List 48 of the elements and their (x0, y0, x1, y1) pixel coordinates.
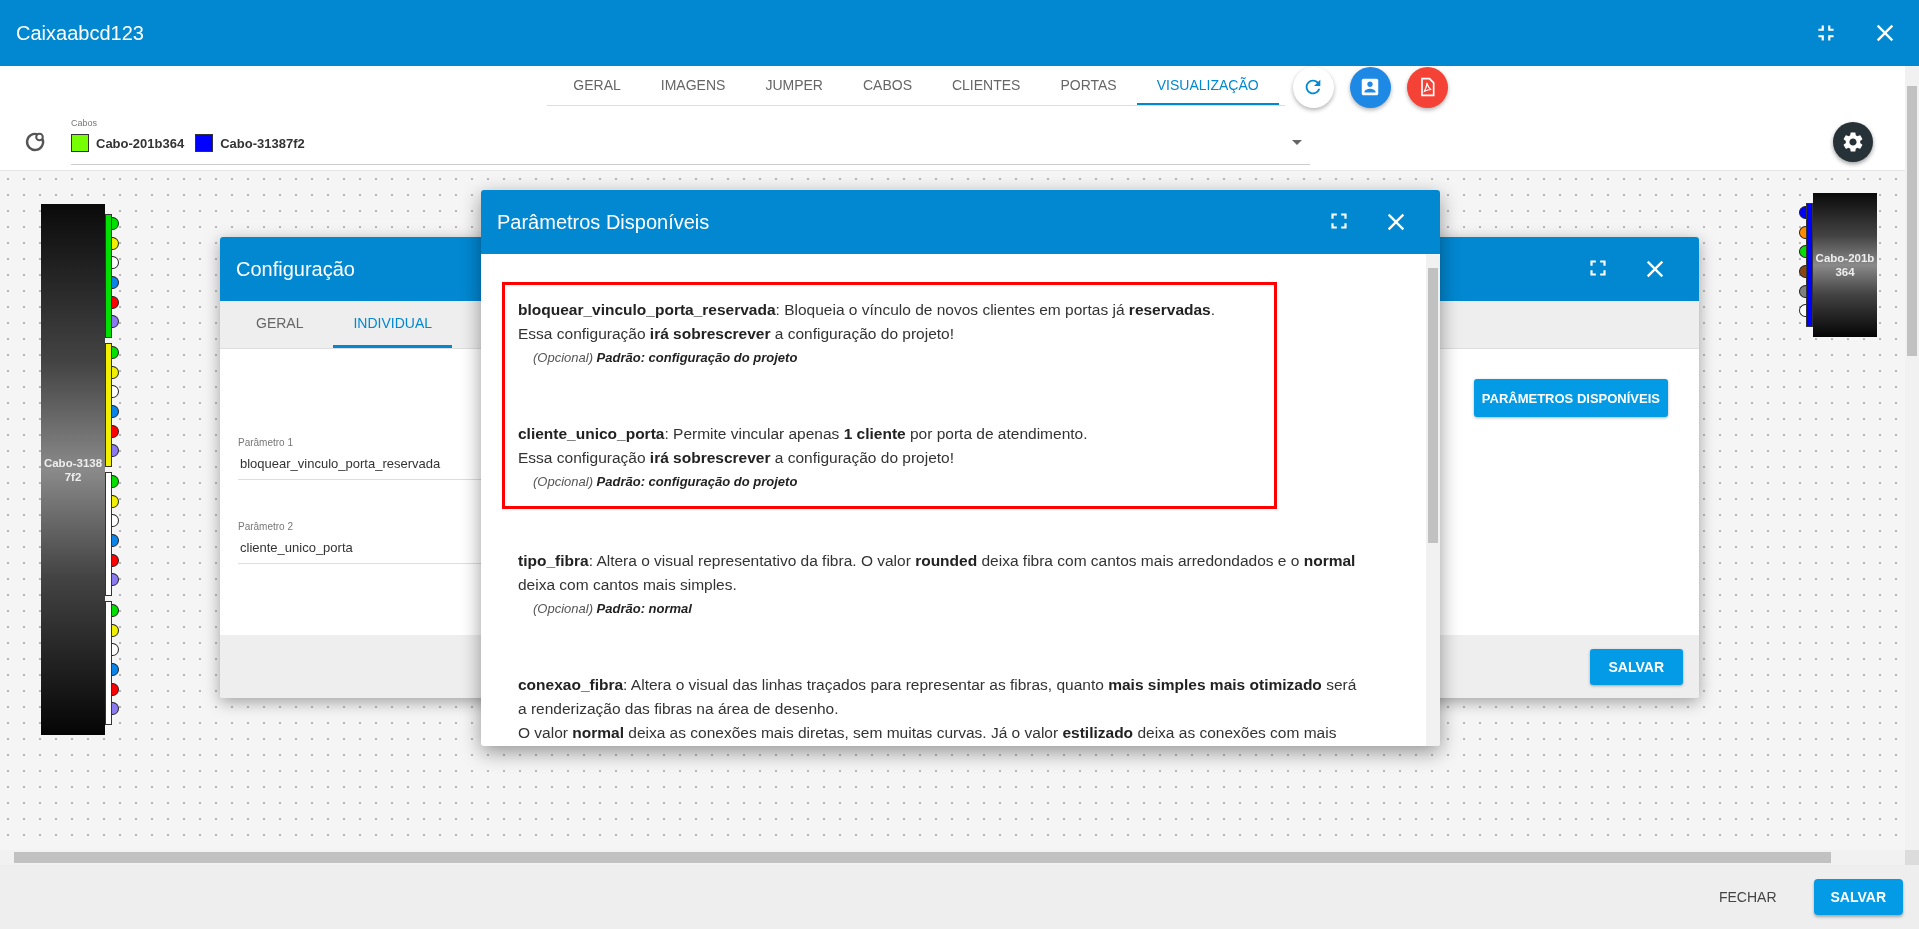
tab[interactable]: PORTAS (1040, 66, 1137, 105)
field-label: Cabos (71, 118, 98, 128)
pdf-button[interactable] (1406, 66, 1448, 108)
dialog-title: Parâmetros Disponíveis (497, 210, 711, 234)
dropdown-caret-icon (1292, 140, 1302, 145)
parameter-description: tipo_fibra: Altera o visual representativo da fibra. O valor rounded deixa fibra com cantos mais arredondados e o normal deixa com cantos mais simples. (518, 551, 1357, 595)
scrollbar[interactable] (0, 850, 1919, 865)
parameter-description: Essa configuração irá sobrescrever a configuração do projeto! (518, 324, 955, 344)
tab[interactable]: GERAL (553, 66, 641, 105)
scrollbar[interactable] (1905, 66, 1919, 850)
dialog-tab[interactable]: INDIVIDUAL (333, 301, 453, 348)
save-button[interactable]: SALVAR (1813, 879, 1903, 915)
settings-button[interactable] (1833, 121, 1873, 162)
tab[interactable]: IMAGENS (640, 66, 746, 105)
settings-icon (1841, 129, 1865, 154)
window-title: Caixaabcd123 (16, 21, 145, 45)
parameter-description: O valor normal deixa as conexões mais diretas, sem muitas curvas. Já o valor estilizado deixa as conexões com mais (518, 723, 1338, 743)
save-button[interactable]: SALVAR (1589, 648, 1683, 685)
close-button[interactable]: FECHAR (1701, 879, 1794, 915)
parameter-description: cliente_unico_porta: Permite vincular apenas 1 cliente por porta de atendimento. (518, 424, 1089, 444)
tab[interactable]: VISUALIZAÇÃO (1136, 66, 1279, 105)
field-label: Parâmetro 2 (238, 521, 295, 532)
refresh-button[interactable] (1292, 66, 1334, 108)
dialog-tab[interactable]: GERAL (236, 301, 324, 348)
cable-name-label: Cabo-201b364 (96, 135, 185, 151)
tab[interactable]: JUMPER (745, 66, 843, 105)
scrollbar[interactable] (1426, 254, 1440, 746)
rings-icon[interactable] (24, 130, 46, 153)
field-value: bloquear_vinculo_porta_reservada (239, 456, 442, 471)
contact-button[interactable] (1349, 66, 1391, 108)
tab[interactable]: CLIENTES (931, 66, 1041, 105)
parameter-description: bloquear_vinculo_porta_reservada: Bloqueia o vínculo de novos clientes em portas já reservadas. (518, 300, 1217, 320)
parameter-note: (Opcional) Padrão: configuração do projeto (532, 349, 799, 367)
dialog-title: Configuração (236, 257, 356, 281)
field-value: cliente_unico_porta (239, 540, 354, 555)
cable-name-label: Cabo-31387f2 (220, 135, 305, 151)
parameters-button[interactable]: PARÂMETROS DISPONÍVEIS (1473, 379, 1668, 417)
cable-label: Cabo-31387f2 (42, 455, 104, 484)
parameter-description: conexao_fibra: Altera o visual das linhas traçados para representar as fibras, quanto mais simples mais otimizado será a renderização das fibras na área de desenho. (518, 675, 1358, 719)
parameter-note: (Opcional) Padrão: normal (532, 600, 693, 618)
tab[interactable]: CABOS (842, 66, 932, 105)
cable-body[interactable]: Cabo-201b364 (1813, 193, 1877, 337)
cable-select[interactable]: Cabos Cabo-201b364 Cabo-31387f2 (71, 118, 1310, 165)
parameter-description: Essa configuração irá sobrescrever a configuração do projeto! (518, 448, 955, 468)
parameter-note: (Opcional) Padrão: configuração do projeto (532, 473, 799, 491)
field-label: Parâmetro 1 (238, 437, 295, 448)
cable-body[interactable]: Cabo-31387f2 (41, 204, 105, 735)
cable-label: Cabo-201b364 (1814, 251, 1876, 279)
